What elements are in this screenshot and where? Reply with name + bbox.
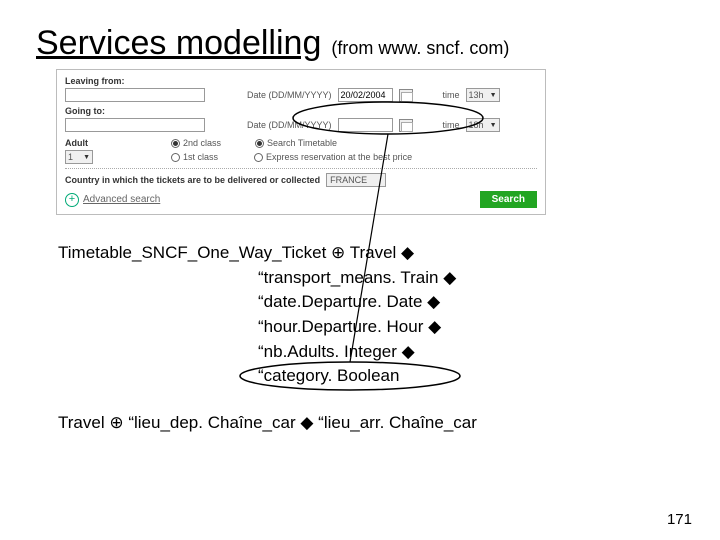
- plus-icon: +: [65, 193, 79, 207]
- date-input-2[interactable]: [338, 118, 393, 132]
- express-label: Express reservation at the best price: [266, 152, 412, 162]
- country-value: FRANCE: [330, 175, 367, 185]
- time-select-2[interactable]: 18h ▼: [466, 118, 500, 132]
- slide-title: Services modelling: [36, 24, 321, 63]
- date-label-1: Date (DD/MM/YYYY): [247, 90, 332, 100]
- model-item-4: “nb.Adults. Integer ◆: [258, 340, 684, 365]
- search-tt-radio[interactable]: [255, 139, 264, 148]
- model-item-1: “transport_means. Train ◆: [258, 266, 684, 291]
- model-line-1: Timetable_SNCF_One_Way_Ticket ⊕ Travel ◆: [58, 241, 684, 266]
- page-number: 171: [667, 511, 692, 528]
- calendar-icon[interactable]: [399, 119, 413, 132]
- date-input-1[interactable]: [338, 88, 393, 102]
- search-tt-label: Search Timetable: [267, 138, 337, 148]
- model-item-5: “category. Boolean: [258, 364, 684, 389]
- adult-value: 1: [68, 152, 73, 162]
- slide-source: (from www. sncf. com): [331, 38, 509, 59]
- country-label: Country in which the tickets are to be d…: [65, 175, 320, 185]
- country-select[interactable]: FRANCE: [326, 173, 386, 187]
- model-line-2: Travel ⊕ “lieu_dep. Chaîne_car ◆ “lieu_a…: [58, 413, 684, 433]
- leaving-label: Leaving from:: [65, 76, 125, 86]
- class1-radio[interactable]: [171, 153, 180, 162]
- time-select-1[interactable]: 13h ▼: [466, 88, 500, 102]
- chevron-down-icon: ▼: [490, 92, 497, 99]
- time-value-1: 13h: [469, 90, 484, 100]
- advanced-search-link[interactable]: Advanced search: [83, 194, 160, 205]
- calendar-icon[interactable]: [399, 89, 413, 102]
- date-label-2: Date (DD/MM/YYYY): [247, 120, 332, 130]
- leaving-input[interactable]: [65, 88, 205, 102]
- time-label-2: time: [443, 120, 460, 130]
- adult-label: Adult: [65, 138, 105, 148]
- class1-label: 1st class: [183, 152, 218, 162]
- class2-radio[interactable]: [171, 139, 180, 148]
- chevron-down-icon: ▼: [490, 122, 497, 129]
- search-button[interactable]: Search: [480, 191, 537, 208]
- going-label: Going to:: [65, 106, 105, 116]
- express-radio[interactable]: [254, 153, 263, 162]
- going-input[interactable]: [65, 118, 205, 132]
- sncf-form-box: Leaving from: Date (DD/MM/YYYY) time 13h…: [56, 69, 546, 215]
- model-item-3: “hour.Departure. Hour ◆: [258, 315, 684, 340]
- chevron-down-icon: ▼: [83, 154, 90, 161]
- model-block: Timetable_SNCF_One_Way_Ticket ⊕ Travel ◆…: [58, 241, 684, 389]
- class2-label: 2nd class: [183, 138, 221, 148]
- time-label-1: time: [443, 90, 460, 100]
- adult-select[interactable]: 1 ▼: [65, 150, 93, 164]
- time-value-2: 18h: [469, 120, 484, 130]
- model-item-2: “date.Departure. Date ◆: [258, 290, 684, 315]
